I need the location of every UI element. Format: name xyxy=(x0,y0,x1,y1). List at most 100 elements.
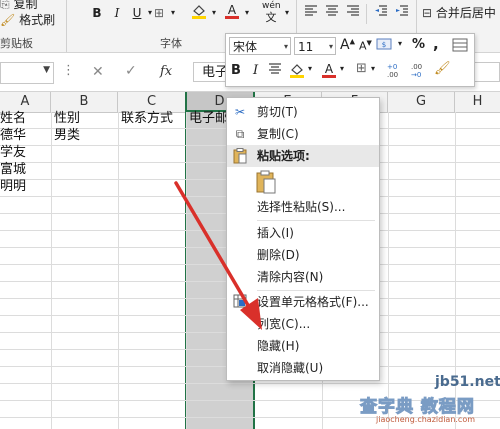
format-table-icon[interactable] xyxy=(452,38,468,55)
formula-bar-handle-icon[interactable]: ⋮ xyxy=(62,63,75,78)
cell-a3[interactable]: 学友 xyxy=(0,144,26,161)
cell-a1[interactable]: 姓名 xyxy=(0,110,26,127)
caret-down-icon: ▼ xyxy=(366,39,372,47)
align-left-icon[interactable] xyxy=(302,4,320,22)
cancel-edit-button[interactable]: ✕ xyxy=(92,64,104,80)
cell-a5[interactable]: 明明 xyxy=(0,178,26,195)
chevron-down-icon[interactable]: ▾ xyxy=(284,38,288,56)
font-color-icon[interactable]: A xyxy=(223,2,241,20)
scissors-icon: ✂ xyxy=(234,105,246,119)
context-menu: ✂ 剪切(T) ⧉ 复制(C) 粘贴选项: 选择性粘贴(S)... 插入(I) … xyxy=(226,97,380,381)
cell-c1[interactable]: 联系方式 xyxy=(121,110,173,127)
column-header-c[interactable]: C xyxy=(118,92,186,112)
gridline xyxy=(51,112,52,429)
gridline xyxy=(186,112,187,429)
watermark: jb51.net 查字典 教程网 jiaocheng.chazidian.com xyxy=(360,372,500,429)
italic-button[interactable]: I xyxy=(108,4,126,22)
cell-a2[interactable]: 德华 xyxy=(0,127,26,144)
cell-b1[interactable]: 性别 xyxy=(54,110,80,127)
svg-text:.00: .00 xyxy=(387,71,398,79)
decrease-decimal-icon[interactable]: .00 →0 xyxy=(409,61,429,82)
align-right-icon[interactable] xyxy=(344,4,362,22)
chevron-down-icon[interactable]: ▾ xyxy=(242,4,252,22)
svg-text:A: A xyxy=(228,3,237,17)
format-painter-button[interactable]: 🖌 格式刷 xyxy=(0,10,55,30)
chevron-down-icon[interactable]: ▼ xyxy=(43,65,50,75)
column-header-g[interactable]: G xyxy=(388,92,455,112)
menu-item-paste-options: 粘贴选项: xyxy=(227,145,379,167)
chevron-down-icon[interactable]: ▾ xyxy=(308,64,312,73)
menu-item-clear-contents[interactable]: 清除内容(N) xyxy=(227,266,379,288)
chevron-down-icon[interactable]: ▾ xyxy=(209,4,219,22)
caret-up-icon: ▲ xyxy=(349,37,355,46)
font-name-select[interactable]: 宋体 ▾ xyxy=(229,37,291,55)
mini-bold-button[interactable]: B xyxy=(231,63,241,78)
mini-format-painter-icon[interactable]: 🖌 xyxy=(434,61,451,76)
fill-color-icon[interactable] xyxy=(190,2,208,20)
menu-item-insert[interactable]: 插入(I) xyxy=(227,222,379,244)
gridline xyxy=(118,112,119,429)
border-icon[interactable]: ⊞ xyxy=(150,4,168,22)
name-box[interactable]: ▼ xyxy=(0,62,54,84)
copy-icon: ⧉ xyxy=(235,127,245,141)
svg-text:A: A xyxy=(325,62,334,76)
column-header-a[interactable]: A xyxy=(0,92,51,112)
ribbon-divider xyxy=(66,0,67,52)
underline-button[interactable]: U xyxy=(128,4,146,22)
menu-item-paste-special[interactable]: 选择性粘贴(S)... xyxy=(227,196,379,218)
merge-cells-icon: ⊟ xyxy=(422,6,433,20)
align-center-icon[interactable] xyxy=(323,4,341,22)
chevron-down-icon[interactable]: ▾ xyxy=(340,64,344,73)
format-painter-icon: 🖌 xyxy=(0,13,16,27)
mini-border-icon[interactable]: ⊞ xyxy=(356,61,367,76)
mini-toolbar: 宋体 ▾ 11 ▾ A▲ A▼ $ ▾ % , B I ▾ A ▾ ⊞ ▾ +0… xyxy=(225,33,475,87)
bold-button[interactable]: B xyxy=(88,4,106,22)
watermark-title: 查字典 教程网 xyxy=(360,397,475,418)
watermark-url: jiaocheng.chazidian.com xyxy=(376,415,476,424)
chevron-down-icon[interactable]: ▾ xyxy=(282,4,292,22)
chevron-down-icon[interactable]: ▾ xyxy=(398,39,402,48)
clipboard-icon xyxy=(232,148,248,164)
decrease-indent-icon[interactable] xyxy=(372,4,390,22)
column-header-b[interactable]: B xyxy=(51,92,118,112)
menu-item-copy[interactable]: ⧉ 复制(C) xyxy=(227,123,379,145)
decrease-font-size-button[interactable]: A▼ xyxy=(359,39,372,53)
comma-style-button[interactable]: , xyxy=(433,35,439,53)
svg-text:.00: .00 xyxy=(411,63,422,71)
increase-decimal-icon[interactable]: +0.00 xyxy=(385,61,405,82)
insert-function-button[interactable]: fx xyxy=(160,64,172,79)
confirm-edit-button[interactable]: ✓ xyxy=(125,63,137,79)
percent-style-button[interactable]: % xyxy=(412,37,425,52)
column-header-h[interactable]: H xyxy=(455,92,500,112)
mini-font-color-icon[interactable]: A xyxy=(320,61,338,82)
menu-item-unhide[interactable]: 取消隐藏(U) xyxy=(227,357,379,379)
menu-item-format-cells[interactable]: 设置单元格格式(F)... xyxy=(227,291,379,313)
wen-icon: 文 xyxy=(265,11,277,24)
menu-item-delete[interactable]: 删除(D) xyxy=(227,244,379,266)
chevron-down-icon[interactable]: ▾ xyxy=(329,38,333,56)
mini-align-center-icon[interactable] xyxy=(268,62,282,79)
font-group-label: 字体 xyxy=(160,37,182,50)
merge-center-button[interactable]: ⊟ 合并后居中 xyxy=(422,3,496,23)
font-size-select[interactable]: 11 ▾ xyxy=(294,37,336,55)
cell-b2[interactable]: 男类 xyxy=(54,127,80,144)
paste-option-clipboard-icon[interactable] xyxy=(255,170,277,194)
menu-item-cut[interactable]: ✂ 剪切(T) xyxy=(227,101,379,123)
ribbon-divider xyxy=(366,4,367,24)
increase-font-size-button[interactable]: A▲ xyxy=(340,37,355,53)
menu-item-hide[interactable]: 隐藏(H) xyxy=(227,335,379,357)
menu-separator xyxy=(257,220,375,221)
number-format-icon[interactable]: $ xyxy=(376,37,396,56)
mini-italic-button[interactable]: I xyxy=(253,63,258,78)
cell-a4[interactable]: 富城 xyxy=(0,161,26,178)
format-cells-icon xyxy=(232,294,248,310)
chevron-down-icon[interactable]: ▾ xyxy=(168,4,178,22)
cell-d1[interactable]: 电子邮 xyxy=(189,110,228,127)
svg-text:+0: +0 xyxy=(387,63,397,71)
clipboard-group-label: 剪贴板 xyxy=(0,37,33,50)
chevron-down-icon[interactable]: ▾ xyxy=(371,64,375,73)
phonetic-button[interactable]: wén 文 xyxy=(262,0,281,24)
mini-fill-color-icon[interactable] xyxy=(288,61,306,82)
increase-indent-icon[interactable] xyxy=(393,4,411,22)
menu-item-column-width[interactable]: 列宽(C)... xyxy=(227,313,379,335)
